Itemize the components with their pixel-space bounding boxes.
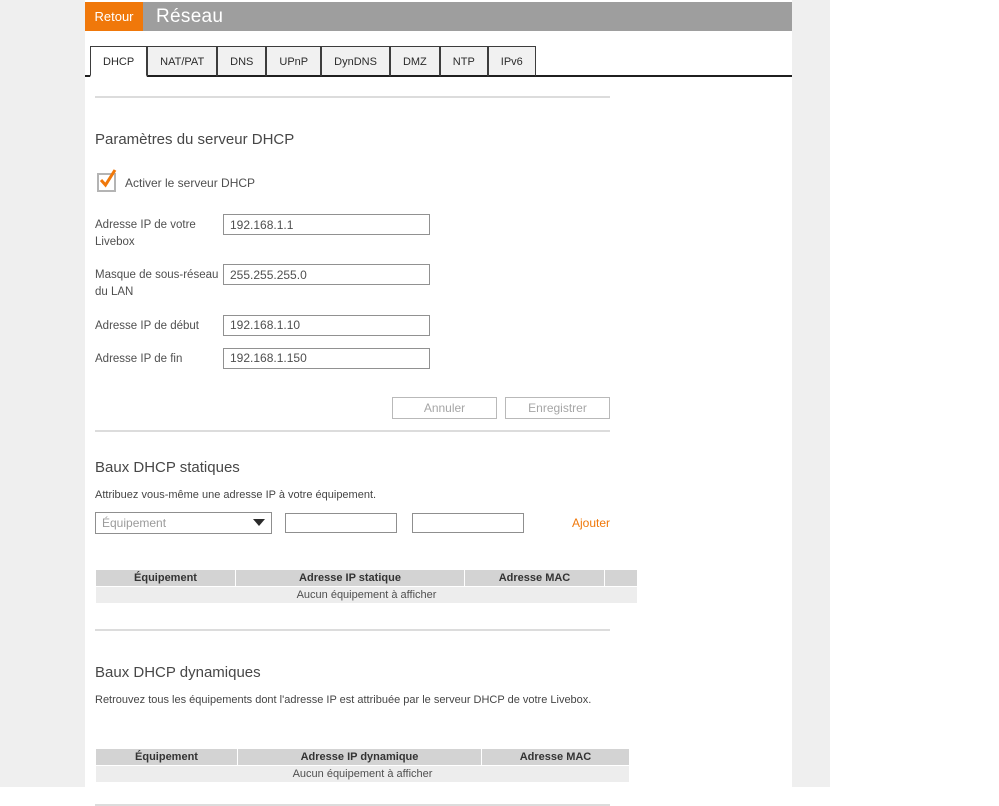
start-ip-input[interactable] [223,314,430,336]
table-row: Aucun équipement à afficher [96,765,629,782]
dhcp-settings-form: Adresse IP de votre Livebox Masque de so… [95,214,792,369]
page-title: Réseau [143,2,792,31]
form-actions: Annuler Enregistrer [95,396,610,419]
right-background-strip [792,0,830,787]
enable-dhcp-row: Activer le serveur DHCP [97,169,792,192]
network-settings-page: Retour Réseau DHCP NAT/PAT DNS UPnP DynD… [85,0,792,806]
divider [95,96,610,98]
column-header-mac: Adresse MAC [482,748,629,765]
start-ip-label: Adresse IP de début [95,319,199,332]
form-row: Masque de sous-réseau du LAN [95,264,792,300]
divider [95,803,610,806]
dhcp-tab-content: Paramètres du serveur DHCP Activer le se… [85,96,792,806]
table-header-row: Équipement Adresse IP statique Adresse M… [96,569,637,586]
tab-dhcp[interactable]: DHCP [90,46,148,77]
cancel-button[interactable]: Annuler [392,396,497,419]
tab-dmz[interactable]: DMZ [389,46,440,77]
column-header-static-ip: Adresse IP statique [236,569,464,586]
column-header-mac: Adresse MAC [465,569,604,586]
back-button[interactable]: Retour [85,2,143,31]
enable-dhcp-checkbox[interactable] [97,169,117,192]
page-header: Retour Réseau [85,2,792,31]
column-header-dynamic-ip: Adresse IP dynamique [238,748,481,765]
table-row: Aucun équipement à afficher [96,586,637,603]
dynamic-leases-description: Retrouvez tous les équipements dont l'ad… [95,693,592,706]
tab-upnp[interactable]: UPnP [266,46,322,77]
divider [95,628,610,631]
end-ip-label: Adresse IP de fin [95,352,183,365]
dhcp-settings-title: Paramètres du serveur DHCP [95,131,295,148]
static-leases-title: Baux DHCP statiques [95,458,240,476]
device-select-value: Équipement [102,515,167,530]
subnet-mask-input[interactable] [223,264,430,286]
chevron-down-icon [253,519,265,527]
tab-dns[interactable]: DNS [217,46,267,77]
divider [95,429,610,432]
orange-checkmark-icon [99,169,117,188]
form-row: Adresse IP de votre Livebox [95,214,792,250]
static-leases-description: Attribuez vous-même une adresse IP à vot… [95,488,377,501]
livebox-ip-label: Adresse IP de votre Livebox [95,219,196,248]
livebox-ip-input[interactable] [223,214,430,235]
enable-dhcp-label: Activer le serveur DHCP [125,175,256,190]
form-row: Adresse IP de début [95,314,792,336]
tab-bar: DHCP NAT/PAT DNS UPnP DynDNS DMZ NTP IPv… [85,46,792,77]
left-background-strip [0,0,85,787]
tab-ntp[interactable]: NTP [439,46,488,77]
static-leases-table: Équipement Adresse IP statique Adresse M… [95,568,638,604]
end-ip-input[interactable] [223,347,430,369]
add-lease-link[interactable]: Ajouter [572,516,610,530]
static-mac-input[interactable] [412,512,524,533]
dynamic-leases-title: Baux DHCP dynamiques [95,663,261,681]
device-select[interactable]: Équipement [95,511,272,534]
subnet-mask-label: Masque de sous-réseau du LAN [95,269,219,299]
form-row: Adresse IP de fin [95,347,792,369]
column-header-actions [605,569,637,586]
static-ip-input[interactable] [285,512,397,533]
empty-table-message: Aucun équipement à afficher [96,586,637,603]
tab-ipv6[interactable]: IPv6 [487,46,536,77]
column-header-device: Équipement [96,569,235,586]
column-header-device: Équipement [96,748,237,765]
empty-table-message: Aucun équipement à afficher [96,765,629,782]
save-button[interactable]: Enregistrer [505,396,610,419]
table-header-row: Équipement Adresse IP dynamique Adresse … [96,748,629,765]
dynamic-leases-table: Équipement Adresse IP dynamique Adresse … [95,747,630,783]
static-lease-controls: Équipement Ajouter [95,511,610,534]
tab-nat-pat[interactable]: NAT/PAT [147,46,218,77]
tab-dyndns[interactable]: DynDNS [321,46,390,77]
